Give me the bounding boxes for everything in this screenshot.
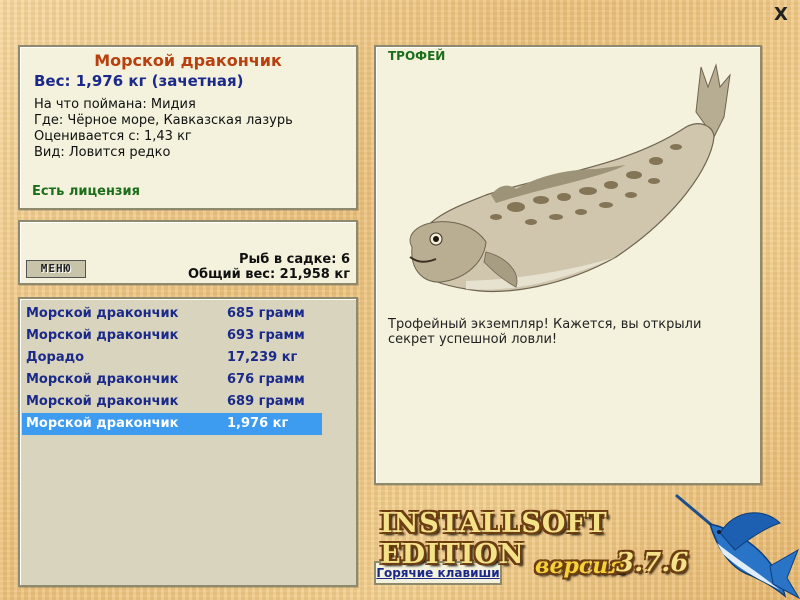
menu-button[interactable]: МЕНЮ	[26, 260, 86, 278]
cage-total-weight: Общий вес: 21,958 кг	[187, 267, 350, 282]
catch-fish-name: Морской дракончик	[26, 394, 179, 409]
catch-list-item[interactable]: Морской дракончик 689 грамм	[22, 391, 322, 413]
fish-info-panel: Морской дракончик Вес: 1,976 кг (зачетна…	[18, 45, 358, 210]
catch-fish-weight: 1,976 кг	[227, 416, 289, 431]
fish-bait: На что поймана: Мидия	[34, 97, 196, 112]
catch-fish-name: Морской дракончик	[26, 372, 179, 387]
close-icon: X	[774, 4, 788, 25]
catch-fish-weight: 17,239 кг	[227, 350, 298, 365]
catch-list-item[interactable]: Морской дракончик 676 грамм	[22, 369, 322, 391]
trophy-panel: ТРОФЕЙ Трофейный экземпляр! Кажется, вы …	[374, 45, 762, 485]
catch-fish-name: Дорадо	[26, 350, 85, 365]
catch-fish-name: Морской дракончик	[26, 416, 179, 431]
catch-fish-weight: 693 грамм	[227, 328, 305, 343]
catch-fish-weight: 676 грамм	[227, 372, 305, 387]
catch-fish-weight: 689 грамм	[227, 394, 305, 409]
catch-list-item-selected[interactable]: Морской дракончик 1,976 кг	[22, 413, 322, 435]
close-button[interactable]: X	[770, 6, 792, 26]
fish-location: Где: Чёрное море, Кавказская лазурь	[34, 113, 293, 128]
weever-fish-image	[409, 63, 731, 292]
fish-name-title: Морской дракончик	[94, 51, 282, 70]
version-word: версия	[535, 553, 626, 579]
marlin-logo	[675, 494, 800, 600]
cage-panel: МЕНЮ Рыб в садке: 6 Общий вес: 21,958 кг	[18, 220, 358, 285]
catch-list-item[interactable]: Морской дракончик 693 грамм	[22, 325, 322, 347]
catch-list-item[interactable]: Дорадо 17,239 кг	[22, 347, 322, 369]
license-status: Есть лицензия	[32, 184, 140, 199]
fish-weight: Вес: 1,976 кг (зачетная)	[34, 72, 244, 90]
catch-fish-name: Морской дракончик	[26, 306, 179, 321]
catch-fish-weight: 685 грамм	[227, 306, 305, 321]
catch-fish-name: Морской дракончик	[26, 328, 179, 343]
catch-list[interactable]: Морской дракончик 685 грамм Морской драк…	[18, 297, 358, 587]
fish-kind: Вид: Ловится редко	[34, 145, 171, 160]
fish-rated-from: Оценивается с: 1,43 кг	[34, 129, 192, 144]
catch-list-item[interactable]: Морской дракончик 685 грамм	[22, 303, 322, 325]
cage-fish-count: Рыб в садке: 6	[238, 252, 350, 267]
trophy-message: Трофейный экземпляр! Кажется, вы открыли…	[388, 317, 702, 347]
